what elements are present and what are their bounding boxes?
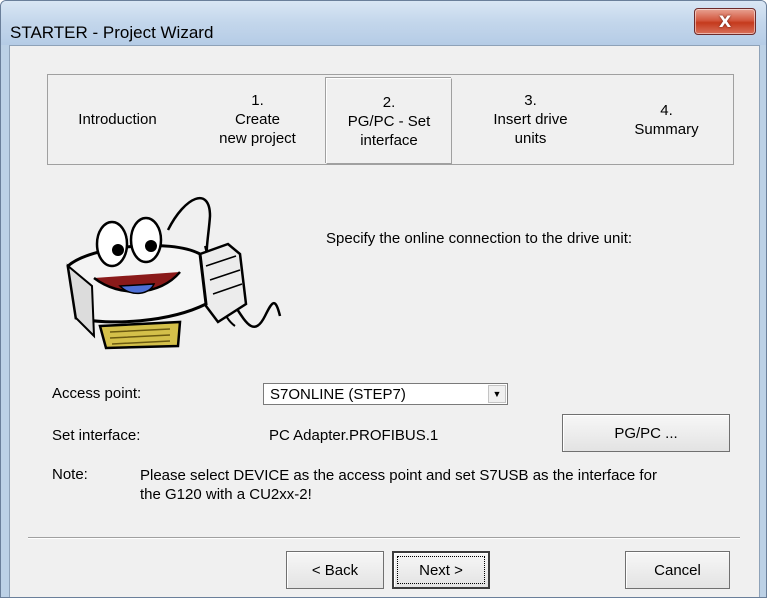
set-interface-value: PC Adapter.PROFIBUS.1 <box>269 427 439 444</box>
chevron-down-icon[interactable]: ▼ <box>488 385 506 403</box>
step-label: Create <box>234 111 281 128</box>
title-bar[interactable]: STARTER - Project Wizard X <box>1 1 766 45</box>
focus-rectangle <box>397 556 485 584</box>
set-interface-label: Set interface: <box>52 427 141 444</box>
cancel-button[interactable]: Cancel <box>625 551 730 589</box>
next-button[interactable]: Next > <box>392 551 490 589</box>
step-insert-drive-units: 3. Insert drive units <box>463 75 598 164</box>
step-introduction: Introduction <box>50 75 185 164</box>
access-point-value: S7ONLINE (STEP7) <box>270 386 406 403</box>
step-label-2: units <box>514 130 547 147</box>
access-point-label: Access point: <box>52 385 142 402</box>
step-label-2: interface <box>360 131 418 149</box>
step-label: Insert drive <box>493 111 568 128</box>
step-create-project: 1. Create new project <box>190 75 325 164</box>
step-label: Summary <box>634 120 699 138</box>
close-icon: X <box>718 12 732 31</box>
wizard-steps: Introduction 1. Create new project 2. PG… <box>47 74 734 165</box>
step-number: 2. <box>382 93 396 111</box>
step-number: 4. <box>660 101 673 119</box>
step-summary: 4. Summary <box>600 75 733 164</box>
back-button[interactable]: < Back <box>286 551 384 589</box>
serial-connector-mascot-illustration <box>66 196 282 350</box>
step-set-interface: 2. PG/PC - Set interface <box>326 78 452 164</box>
pg-pc-button[interactable]: PG/PC ... <box>562 414 730 452</box>
step-number: 3. <box>524 92 537 109</box>
access-point-select[interactable]: S7ONLINE (STEP7) ▼ <box>263 383 508 405</box>
step-number: 1. <box>251 92 264 109</box>
separator-line <box>28 537 740 539</box>
close-button[interactable]: X <box>694 8 756 35</box>
step-label-2: new project <box>219 130 296 147</box>
step-label: PG/PC - Set <box>347 112 431 130</box>
note-label: Note: <box>52 466 88 483</box>
step-label: Introduction <box>78 111 157 128</box>
wizard-window: STARTER - Project Wizard X Introduction … <box>0 0 767 598</box>
window-title: STARTER - Project Wizard <box>10 23 214 42</box>
dialog-client-area: Introduction 1. Create new project 2. PG… <box>9 45 760 597</box>
note-text: Please select DEVICE as the access point… <box>140 467 657 503</box>
instruction-text: Specify the online connection to the dri… <box>326 230 633 247</box>
